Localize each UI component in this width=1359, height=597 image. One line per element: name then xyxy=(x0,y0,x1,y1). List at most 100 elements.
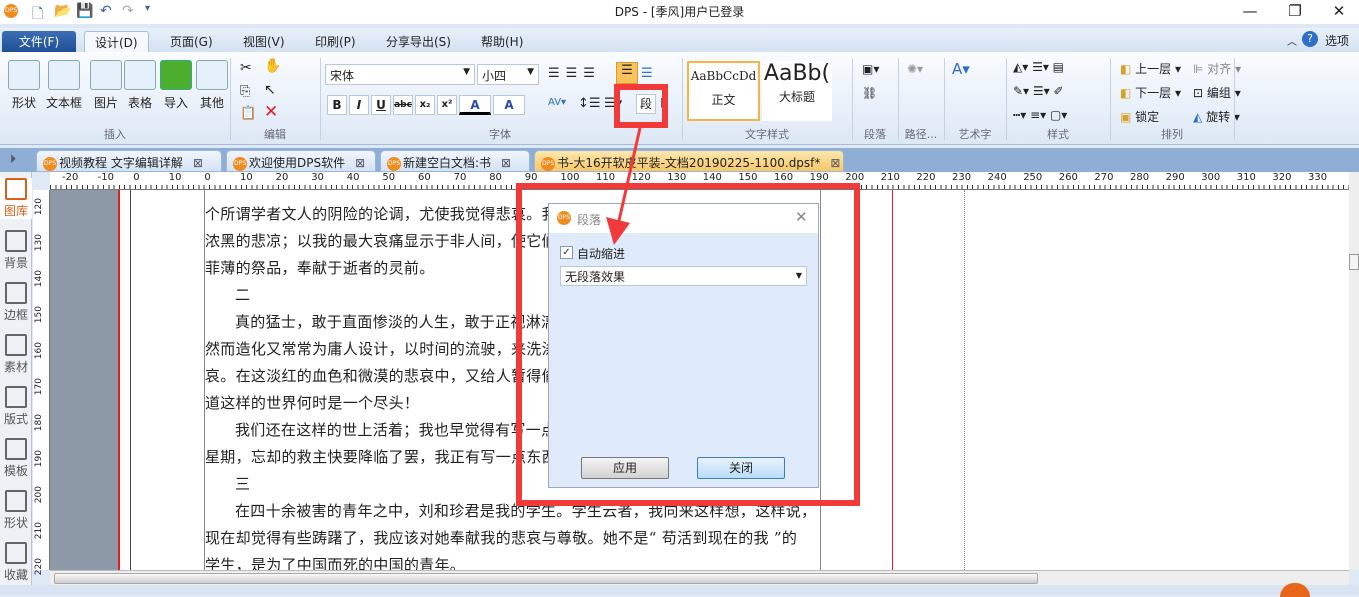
scroll-thumb[interactable] xyxy=(1349,254,1359,270)
sidebar-icon xyxy=(5,334,27,356)
menu-view[interactable]: 视图(V) xyxy=(233,31,295,52)
close-tab-icon[interactable]: ⊠ xyxy=(355,156,365,170)
bleed-line xyxy=(892,190,893,570)
horizontal-scrollbar[interactable] xyxy=(50,570,1349,585)
sidebar-item[interactable]: 边框 xyxy=(0,282,32,323)
doc-tab[interactable]: DPS 视频教程 文字编辑详解 ⊠ xyxy=(36,150,222,172)
scroll-thumb[interactable] xyxy=(54,573,1038,584)
vertical-scrollbar[interactable] xyxy=(1349,172,1359,570)
text-effect-button[interactable]: A xyxy=(493,95,525,115)
image-icon xyxy=(90,60,122,90)
textbox-button[interactable]: 文本框 xyxy=(46,60,82,111)
italic-button[interactable]: I xyxy=(349,95,369,115)
label: 下一层 xyxy=(1135,86,1172,100)
copy-icon[interactable]: ⎘ xyxy=(240,84,250,99)
subscript-button[interactable]: x₂ xyxy=(415,95,435,115)
collapse-ribbon-icon[interactable]: ︿ xyxy=(1287,33,1297,48)
group-label-wordart: 艺术字 xyxy=(958,128,992,141)
ruler-tick-label: 160 xyxy=(34,342,44,360)
font-color-button[interactable]: A xyxy=(459,95,491,115)
bring-forward-button[interactable]: ◧ 上一层 ▾ xyxy=(1120,60,1181,77)
menu-page[interactable]: 页面(G) xyxy=(160,31,223,52)
fill-color-icon[interactable]: ◭▾ ☰▾ ▤ xyxy=(1013,60,1064,74)
ruler-tick-label: 0 xyxy=(204,172,211,183)
sidebar-icon xyxy=(5,542,27,564)
tab-title: 新建空白文档:书 xyxy=(403,156,492,170)
rotate-button[interactable]: ◭ 旋转 ▾ xyxy=(1193,108,1240,125)
image-button[interactable]: 图片 xyxy=(90,60,122,111)
doc-tab[interactable]: DPS 欢迎使用DPS软件 ⊠ xyxy=(226,150,376,172)
bold-button[interactable]: B xyxy=(327,95,347,115)
ruler-tick-label: 250 xyxy=(1023,172,1043,183)
sidebar-label: 素材 xyxy=(3,360,28,374)
pointer-icon[interactable]: ↖ xyxy=(264,82,276,98)
distribute-icon[interactable]: ☰ xyxy=(641,66,653,81)
hand-icon[interactable]: ✋ xyxy=(264,58,281,74)
sidebar-item[interactable]: 模板 xyxy=(0,438,32,479)
close-tab-icon[interactable]: ⊠ xyxy=(193,156,203,170)
line-style-icon[interactable]: ┅▾ ≡▾ ▢▾ xyxy=(1013,108,1067,122)
other-button[interactable]: 其他 xyxy=(196,60,228,111)
line-color-icon[interactable]: ✎▾ ☰▾ ✐ xyxy=(1013,84,1064,98)
link-icon[interactable]: ⛓ xyxy=(862,86,877,100)
expand-panel-icon[interactable]: ⏵ xyxy=(10,152,16,167)
bleed-line xyxy=(118,190,120,570)
import-button[interactable]: 导入 xyxy=(160,60,192,111)
underline-button[interactable]: U xyxy=(371,95,391,115)
send-backward-button[interactable]: ◧ 下一层 ▾ xyxy=(1120,84,1181,101)
doc-tab-active[interactable]: DPS 书-大16开软皮平装-文档20190225-1100.dpsf* ⊠ xyxy=(534,150,844,172)
path-icon[interactable]: ✺▾ xyxy=(907,62,923,76)
lock-button[interactable]: ▣ 锁定 xyxy=(1120,108,1159,125)
sidebar-item[interactable]: 版式 xyxy=(0,386,32,427)
sidebar-item[interactable]: 图库 xyxy=(0,178,32,219)
group-label-paragraph: 段落 xyxy=(864,128,886,141)
menu-design[interactable]: 设计(D) xyxy=(84,31,149,52)
close-tab-icon[interactable]: ⊠ xyxy=(501,156,511,170)
vertical-ruler[interactable]: 120 130 140 150 160 170 180 190 200 210 220 xyxy=(33,190,50,575)
font-name-select[interactable]: 宋体 ▼ xyxy=(325,64,475,85)
minimize-button[interactable]: — xyxy=(1230,2,1270,20)
sidebar-item[interactable]: 收藏 xyxy=(0,542,32,583)
justify-icon[interactable]: ☰ xyxy=(616,62,638,84)
superscript-button[interactable]: x² xyxy=(437,95,457,115)
shape-button[interactable]: 形状 xyxy=(8,60,40,111)
close-button[interactable]: ✕ xyxy=(1319,2,1359,20)
font-size-select[interactable]: 小四 ▼ xyxy=(477,64,539,85)
align-buttons-icon[interactable]: ☰☰☰ xyxy=(548,66,601,81)
sidebar-label: 模板 xyxy=(3,464,28,478)
char-spacing-icon[interactable]: AV▾ xyxy=(548,97,566,108)
menu-file[interactable]: 文件(F) xyxy=(2,31,76,52)
sidebar-icon xyxy=(5,438,27,460)
close-tab-icon[interactable]: ⊠ xyxy=(830,156,840,170)
doc-tab[interactable]: DPS 新建空白文档:书 ⊠ xyxy=(380,150,530,172)
table-button[interactable]: 表格 xyxy=(124,60,156,111)
paste-icon[interactable]: 📋 xyxy=(240,106,256,121)
menu-print[interactable]: 印刷(P) xyxy=(305,31,366,52)
document-tabs: ⏵ DPS 视频教程 文字编辑详解 ⊠ DPS 欢迎使用DPS软件 ⊠ DPS 新建空白文… xyxy=(0,148,1359,172)
line-spacing-icon[interactable]: ↕☰ xyxy=(578,96,601,111)
ruler-tick-label: 140 xyxy=(34,270,44,288)
ruler-tick-label: 160 xyxy=(774,172,794,183)
ruler-tick-label: 270 xyxy=(1094,172,1114,183)
sidebar-label: 背景 xyxy=(3,256,28,270)
menu-share-export[interactable]: 分享导出(S) xyxy=(376,31,461,52)
help-icon[interactable]: ? xyxy=(1302,31,1318,47)
style-heading[interactable]: AaBb( 大标题 xyxy=(762,61,832,121)
menu-help[interactable]: 帮助(H) xyxy=(471,31,533,52)
sidebar-item[interactable]: 背景 xyxy=(0,230,32,271)
ruler-tick-label: 10 xyxy=(240,172,253,183)
sidebar-item[interactable]: 形状 xyxy=(0,490,32,531)
style-normal[interactable]: AaBbCcDd 正文 xyxy=(687,61,760,121)
strikethrough-button[interactable]: abc xyxy=(393,95,413,115)
dps-icon: DPS xyxy=(43,156,57,171)
cut-icon[interactable]: ✂ xyxy=(240,60,252,76)
table-icon xyxy=(124,60,156,90)
sidebar-item[interactable]: 素材 xyxy=(0,334,32,375)
delete-icon[interactable]: ✕ xyxy=(264,102,278,122)
restore-button[interactable]: ❐ xyxy=(1275,2,1315,20)
paragraph-frame-icon[interactable]: ▣▾ xyxy=(862,62,879,76)
label: 上一层 xyxy=(1135,62,1172,76)
wordart-icon[interactable]: A▾ xyxy=(952,60,970,78)
ruler-tick-label: 220 xyxy=(916,172,936,183)
options-button[interactable]: 选项 xyxy=(1325,32,1349,49)
